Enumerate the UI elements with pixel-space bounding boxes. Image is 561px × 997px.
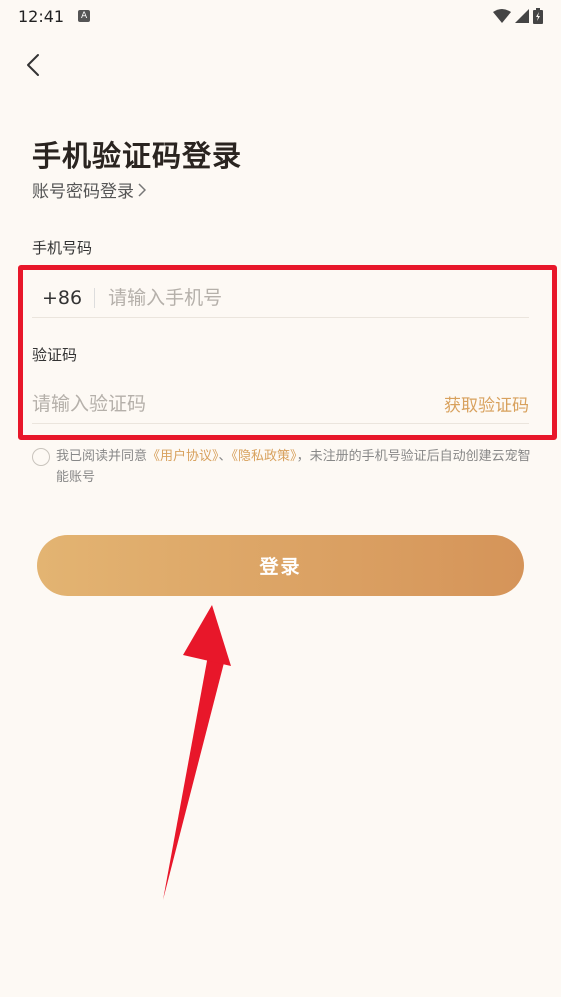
signal-icon xyxy=(515,9,529,23)
password-login-label: 账号密码登录 xyxy=(32,182,134,202)
code-field-row: 获取验证码 xyxy=(32,384,529,424)
agreement-row: 我已阅读并同意《用户协议》、《隐私政策》，未注册的手机号验证后自动创建云宠智能账… xyxy=(32,446,532,488)
login-button[interactable]: 登录 xyxy=(37,535,524,596)
page-title: 手机验证码登录 xyxy=(32,139,243,173)
status-icons xyxy=(493,8,543,24)
password-login-link[interactable]: 账号密码登录 xyxy=(32,177,146,202)
phone-field-row: +86 xyxy=(32,278,529,318)
wifi-icon xyxy=(493,9,511,23)
code-input[interactable] xyxy=(32,392,444,415)
back-button[interactable] xyxy=(16,48,50,82)
get-code-button[interactable]: 获取验证码 xyxy=(444,391,529,416)
phone-label: 手机号码 xyxy=(32,239,93,257)
status-time: 12:41 xyxy=(18,6,65,26)
user-agreement-link[interactable]: 《用户协议》 xyxy=(147,449,219,464)
agreement-prefix: 我已阅读并同意 xyxy=(56,449,148,464)
chevron-right-icon xyxy=(138,182,146,197)
country-code[interactable]: +86 xyxy=(42,287,82,309)
agreement-separator: 、 xyxy=(218,449,232,464)
chevron-left-icon xyxy=(27,54,39,76)
notification-icon: A xyxy=(78,10,91,22)
agreement-checkbox[interactable] xyxy=(32,448,50,466)
code-label: 验证码 xyxy=(32,346,78,364)
status-bar: 12:41 A xyxy=(0,0,561,32)
divider xyxy=(94,287,96,308)
battery-icon xyxy=(533,8,543,24)
phone-input[interactable] xyxy=(108,286,529,309)
agreement-text: 我已阅读并同意《用户协议》、《隐私政策》，未注册的手机号验证后自动创建云宠智能账… xyxy=(56,446,532,488)
privacy-policy-link[interactable]: 《隐私政策》 xyxy=(232,449,297,464)
